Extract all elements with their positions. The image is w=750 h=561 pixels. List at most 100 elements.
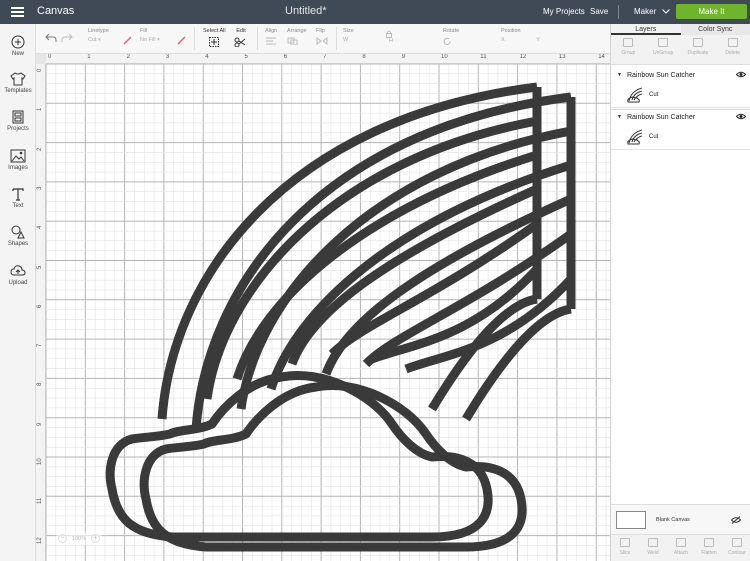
linetype-control[interactable]: Linetype Cut ▾ <box>88 28 109 43</box>
ruler-tick-label: 4 <box>37 225 43 230</box>
position-control[interactable]: Position X Y <box>501 28 540 43</box>
layer-group-name: Rainbow Sun Catcher <box>626 113 696 121</box>
slice-button[interactable]: Slice <box>611 535 639 561</box>
ruler-vertical: 0 1 2 3 4 5 6 7 8 9 10 11 12 <box>36 54 46 561</box>
caret-down-icon[interactable]: ▼ <box>617 72 622 78</box>
flatten-button[interactable]: Flatten <box>695 535 723 561</box>
position-x-label: X <box>501 37 505 43</box>
layer-item-1[interactable]: Cut <box>611 82 750 108</box>
eye-icon[interactable] <box>736 113 746 120</box>
sidebar-item-label: Images <box>8 165 28 171</box>
save-button[interactable]: Save <box>590 7 608 16</box>
sidebar-item-new[interactable]: New <box>0 35 36 57</box>
document-title: Untitled* <box>285 5 327 17</box>
duplicate-icon <box>692 38 703 47</box>
sidebar-item-label: Shapes <box>7 241 29 247</box>
top-bar: Canvas Untitled* My Projects Save Maker … <box>0 0 750 24</box>
layer-item-2[interactable]: Cut <box>611 124 750 150</box>
align-label: Align <box>265 28 278 34</box>
sidebar-item-label: Upload <box>8 280 28 286</box>
undo-icon[interactable] <box>45 33 57 43</box>
attach-button[interactable]: Attach <box>667 535 695 561</box>
ruler-tick-label: 1 <box>37 107 43 112</box>
sidebar-item-label: New <box>11 51 24 57</box>
design-shapes <box>46 64 610 561</box>
sidebar-item-upload[interactable]: Upload <box>0 264 36 286</box>
delete-label: Delete <box>725 50 740 56</box>
group-label: Group <box>621 50 636 56</box>
ungroup-button[interactable]: UnGroup <box>646 35 681 64</box>
sidebar-item-projects[interactable]: Projects <box>0 110 36 132</box>
ruler-tick-label: 0 <box>37 68 43 72</box>
make-it-button[interactable]: Make It <box>676 4 747 19</box>
zoom-in-button[interactable]: + <box>90 534 100 543</box>
flip-icon <box>316 37 328 45</box>
flip-control[interactable]: Flip <box>316 28 328 47</box>
weld-icon <box>648 538 658 547</box>
trash-icon <box>727 38 738 47</box>
caret-down-icon[interactable]: ▼ <box>617 114 622 120</box>
layer-actions: Group UnGroup Duplicate Delete <box>611 35 750 65</box>
select-all-label: Select All <box>203 28 226 34</box>
tab-color-sync[interactable]: Color Sync <box>680 24 750 35</box>
edit-label: Edit <box>236 28 246 34</box>
sidebar-item-label: Templates <box>4 88 32 94</box>
sidebar-item-templates[interactable]: Templates <box>0 72 36 94</box>
fill-pen-icon <box>177 36 186 45</box>
rainbow-thumbnail-icon <box>627 129 643 145</box>
ruler-tick-label: 10 <box>37 458 43 465</box>
blank-canvas-swatch[interactable] <box>616 511 646 529</box>
flatten-label: Flatten <box>701 550 717 556</box>
top-divider <box>618 5 619 19</box>
contour-icon <box>732 538 742 547</box>
ruler-tick-label: 11 <box>37 498 43 505</box>
edit-button[interactable]: Edit <box>234 28 248 49</box>
select-all-button[interactable]: Select All <box>203 28 226 49</box>
rotate-control[interactable]: Rotate <box>443 28 459 48</box>
group-button[interactable]: Group <box>611 35 646 64</box>
size-label: Size <box>343 28 354 34</box>
sidebar-item-shapes[interactable]: Shapes <box>0 225 36 247</box>
contour-button[interactable]: Contour <box>723 535 750 561</box>
delete-button[interactable]: Delete <box>715 35 750 64</box>
size-control[interactable]: Size W <box>343 28 354 43</box>
tab-layers[interactable]: Layers <box>611 24 681 35</box>
zoom-control: − 100% + <box>56 532 102 545</box>
fill-control[interactable]: Fill No Fill ▾ <box>140 28 160 43</box>
ruler-tick-label: 6 <box>37 304 43 308</box>
ungroup-icon <box>658 38 669 47</box>
linetype-pen-icon <box>123 36 132 45</box>
ruler-tick-label: 6 <box>283 54 288 60</box>
shapes-icon <box>11 225 25 239</box>
layer-group-2[interactable]: ▼ Rainbow Sun Catcher <box>611 110 750 124</box>
layer-group-1[interactable]: ▼ Rainbow Sun Catcher <box>611 68 750 82</box>
size-w-label: W <box>343 37 349 43</box>
eye-hidden-icon[interactable] <box>731 516 741 524</box>
ruler-tick-label: 2 <box>37 147 43 151</box>
ruler-tick-label: 7 <box>323 54 327 60</box>
blank-canvas-row: Blank Canvas <box>611 504 750 534</box>
arrange-control[interactable]: Arrange <box>287 28 307 47</box>
eye-icon[interactable] <box>736 71 746 78</box>
ruler-tick-label: 14 <box>598 54 605 60</box>
design-canvas[interactable]: 0 1 2 3 4 5 6 7 8 9 10 11 12 13 14 0 1 2 3 4 5 6 7 8 9 10 11 12 <box>36 54 610 561</box>
redo-icon[interactable] <box>61 33 73 43</box>
duplicate-button[interactable]: Duplicate <box>681 35 716 64</box>
fill-value: No Fill <box>140 37 156 43</box>
menu-icon[interactable] <box>11 7 24 17</box>
zoom-out-button[interactable]: − <box>58 534 67 543</box>
sidebar-item-text[interactable]: Text <box>0 187 36 209</box>
sidebar-item-images[interactable]: Images <box>0 149 36 171</box>
weld-button[interactable]: Weld <box>639 535 667 561</box>
my-projects-link[interactable]: My Projects <box>543 7 585 16</box>
align-control[interactable]: Align <box>265 28 277 47</box>
size-h-field[interactable]: H <box>389 38 393 44</box>
align-icon <box>266 37 276 45</box>
zoom-level: 100% <box>71 535 87 542</box>
flip-label: Flip <box>316 28 325 34</box>
ruler-tick-label: 13 <box>558 54 566 60</box>
sidebar-item-label: Text <box>12 203 24 209</box>
machine-select[interactable]: Maker <box>634 7 671 16</box>
plus-icon <box>11 35 25 49</box>
select-all-icon <box>209 37 220 47</box>
